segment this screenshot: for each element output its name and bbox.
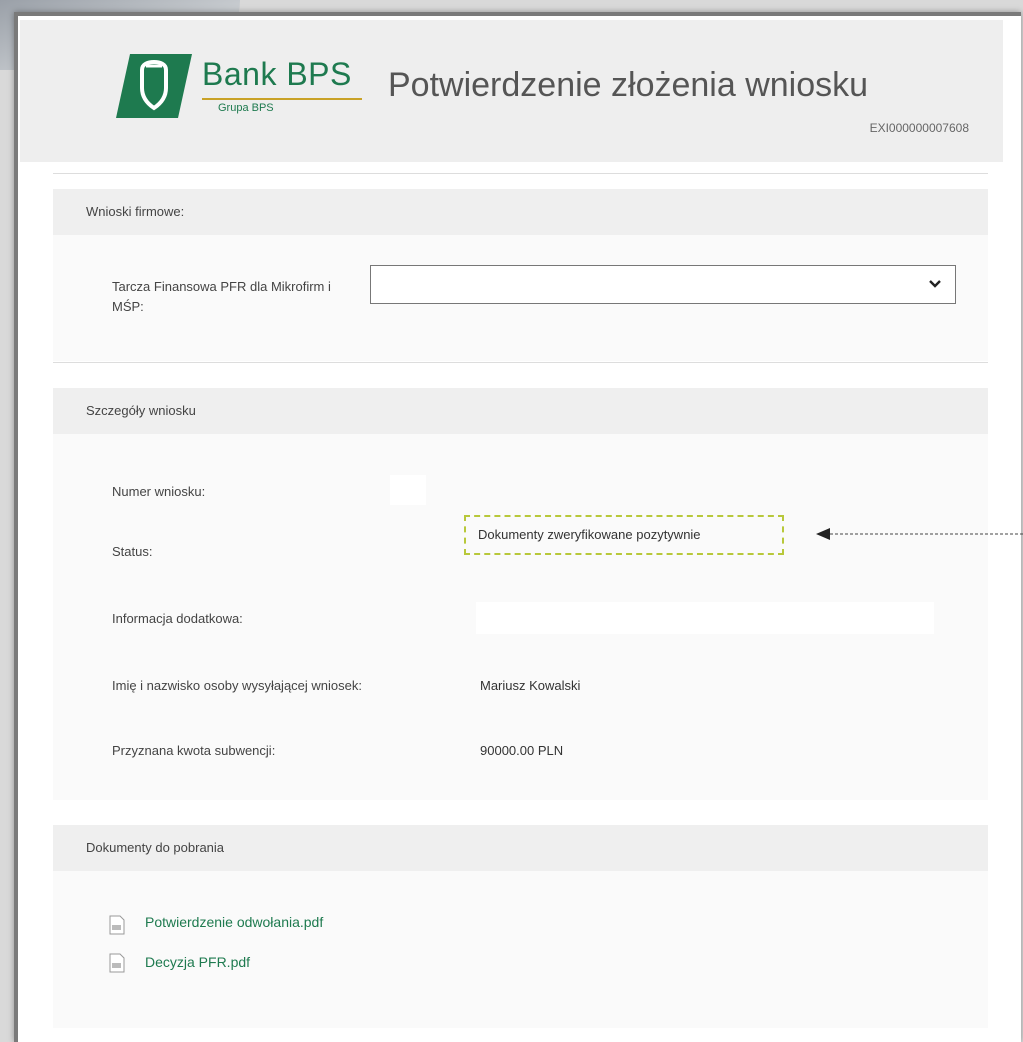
additional-info-label: Informacja dodatkowa: — [112, 611, 243, 626]
details-section-header: Szczegóły wniosku — [53, 388, 988, 434]
document-link-confirmation[interactable]: Potwierdzenie odwołania.pdf — [145, 914, 323, 930]
application-number-value — [390, 475, 426, 505]
status-label: Status: — [112, 544, 153, 559]
divider — [53, 173, 988, 174]
logo-text: Bank BPS — [202, 56, 352, 92]
status-value: Dokumenty zweryfikowane pozytywnie — [464, 515, 784, 555]
sender-name-label: Imię i nazwisko osoby wysyłającej wniose… — [112, 678, 362, 693]
application-number-label: Numer wniosku: — [112, 484, 206, 499]
documents-section-body — [53, 871, 988, 1028]
documents-section-header: Dokumenty do pobrania — [53, 825, 988, 871]
bank-logo: Bank BPS Grupa BPS — [116, 54, 372, 124]
pdf-file-icon — [109, 915, 125, 935]
logo-subtext: Grupa BPS — [218, 102, 274, 114]
select-label: Tarcza Finansowa PFR dla Mikrofirm i MŚP… — [112, 279, 331, 314]
company-application-select[interactable] — [370, 265, 956, 304]
document-link-decision[interactable]: Decyzja PFR.pdf — [145, 954, 250, 970]
divider — [53, 362, 988, 363]
additional-info-value — [476, 602, 934, 634]
application-number: EXI000000007608 — [869, 121, 969, 135]
arrow-left-icon — [816, 528, 1023, 540]
page-header: Bank BPS Grupa BPS Potwierdzenie złożeni… — [20, 20, 1003, 162]
subsidy-amount-label: Przyznana kwota subwencji: — [112, 743, 276, 758]
chevron-down-icon — [929, 280, 941, 288]
pdf-file-icon — [109, 953, 125, 973]
bank-logo-mark-icon — [116, 54, 192, 118]
company-section-header: Wnioski firmowe: — [53, 189, 988, 235]
sender-name-value: Mariusz Kowalski — [480, 678, 581, 693]
page-title: Potwierdzenie złożenia wniosku — [388, 66, 869, 104]
logo-underline — [202, 98, 362, 100]
subsidy-amount-value: 90000.00 PLN — [480, 743, 564, 758]
